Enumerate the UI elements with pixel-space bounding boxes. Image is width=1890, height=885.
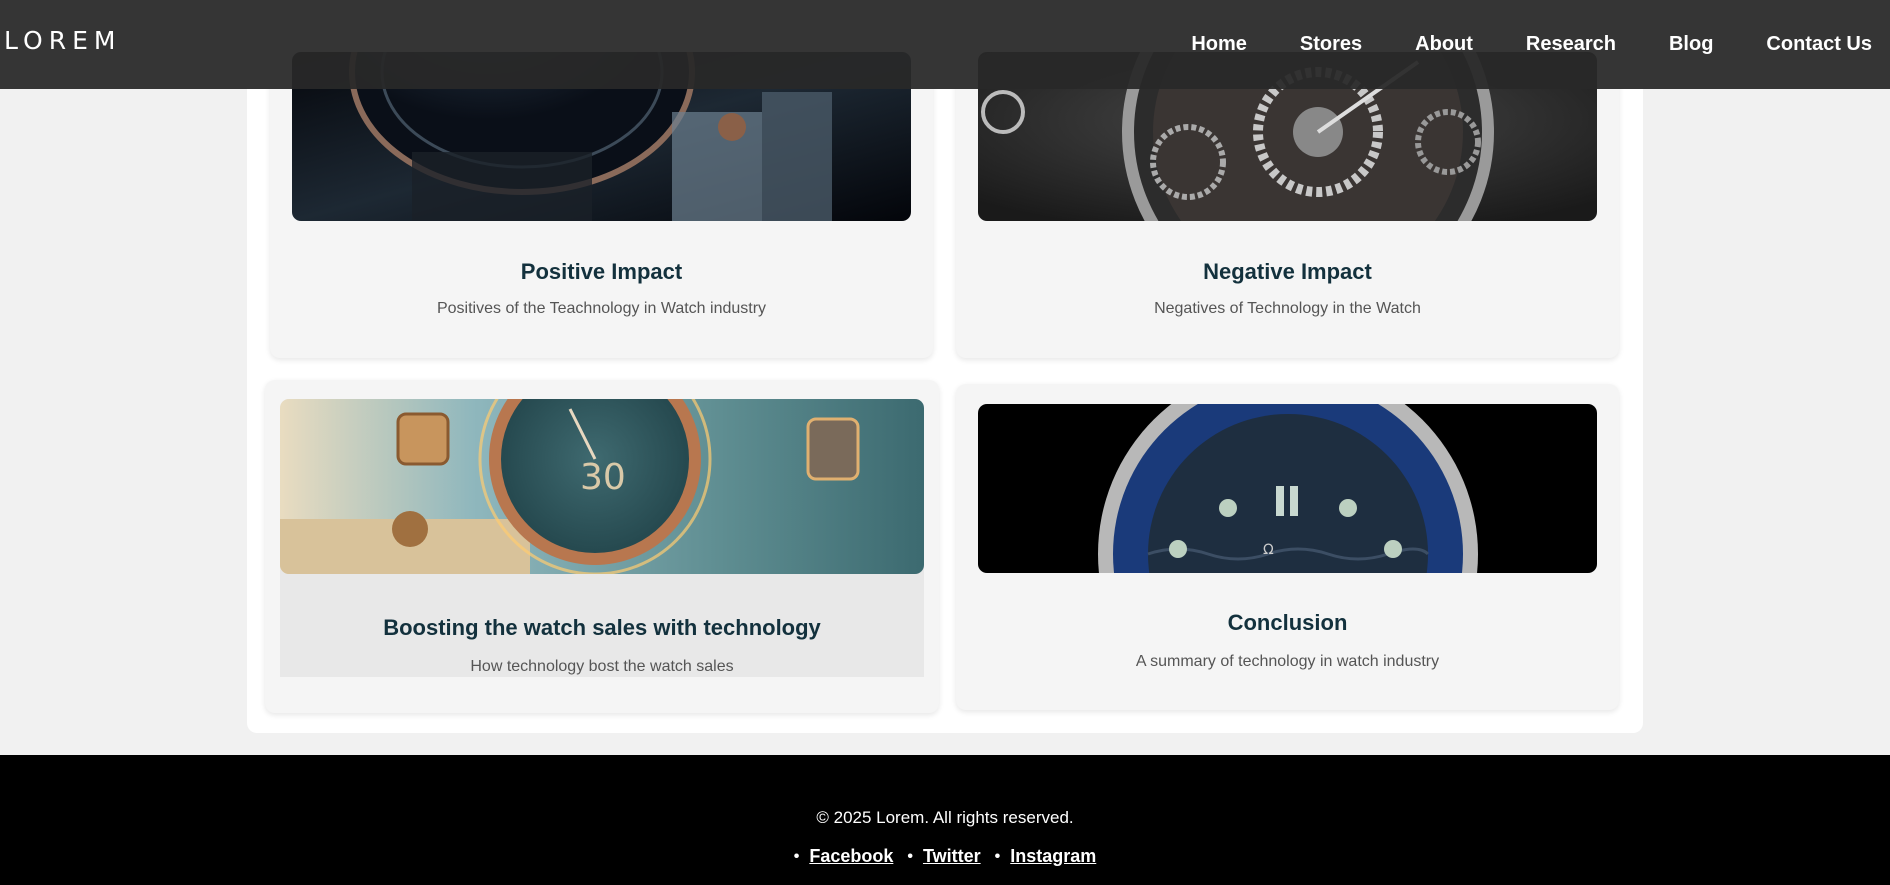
logo[interactable]: LOREM xyxy=(4,26,121,55)
card-image: 30 xyxy=(280,399,924,574)
copyright-text: © 2025 Lorem. All rights reserved. xyxy=(816,808,1074,827)
card-title: Negative Impact xyxy=(1203,259,1372,284)
card-description: Negatives of Technology in the Watch xyxy=(1154,300,1421,317)
card-description: Positives of the Teachnology in Watch in… xyxy=(436,300,767,317)
social-item: Instagram xyxy=(995,846,1096,867)
facebook-link[interactable]: Facebook xyxy=(809,846,893,867)
nav-home[interactable]: Home xyxy=(1191,33,1247,56)
card-title: Conclusion xyxy=(1227,610,1348,635)
nav-stores[interactable]: Stores xyxy=(1300,33,1362,56)
main-nav: Home Stores About Research Blog Contact … xyxy=(1138,33,1872,56)
social-item: Facebook xyxy=(794,846,893,867)
card-title: Positive Impact xyxy=(520,259,683,284)
site-footer: © 2025 Lorem. All rights reserved. Faceb… xyxy=(0,755,1890,885)
card-conclusion[interactable]: Ω Conclusion A summary of technology in … xyxy=(956,384,1619,710)
nav-research[interactable]: Research xyxy=(1526,33,1616,56)
twitter-link[interactable]: Twitter xyxy=(923,846,981,867)
social-item: Twitter xyxy=(907,846,981,867)
card-title: Boosting the watch sales with technology xyxy=(383,615,821,640)
nav-contact-us[interactable]: Contact Us xyxy=(1766,33,1872,56)
card-description: How technology bost the watch sales xyxy=(470,658,734,675)
card-description: A summary of technology in watch industr… xyxy=(1135,653,1440,670)
nav-about[interactable]: About xyxy=(1415,33,1473,56)
svg-text:30: 30 xyxy=(580,457,626,498)
instagram-link[interactable]: Instagram xyxy=(1010,846,1096,867)
nav-blog[interactable]: Blog xyxy=(1669,33,1713,56)
svg-text:Ω: Ω xyxy=(1263,542,1274,558)
social-links: Facebook Twitter Instagram xyxy=(0,846,1890,867)
card-image: Ω xyxy=(978,404,1597,573)
card-boosting-sales[interactable]: 30 Boosting the watch sales with technol… xyxy=(265,380,939,713)
site-header: LOREM Home Stores About Research Blog Co… xyxy=(0,0,1890,89)
